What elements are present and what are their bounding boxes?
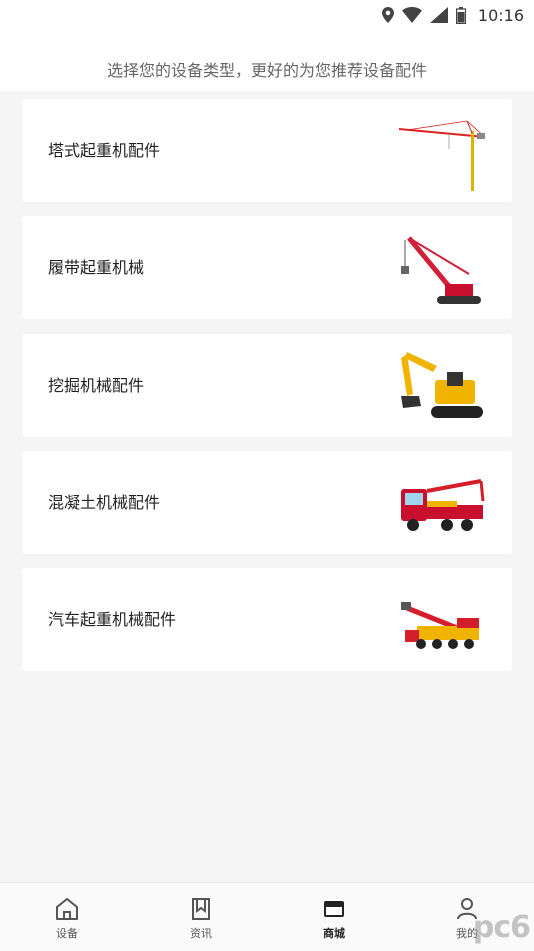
tab-store[interactable]: 商城 bbox=[267, 883, 401, 951]
truck-crane-image bbox=[401, 602, 479, 649]
category-label: 汽车起重机械配件 bbox=[48, 610, 177, 629]
status-bar: 10:16 bbox=[0, 0, 534, 30]
battery-icon bbox=[455, 6, 466, 24]
tab-news[interactable]: 资讯 bbox=[134, 883, 268, 951]
category-label: 履带起重机械 bbox=[48, 258, 145, 277]
category-card-tower-crane[interactable]: 塔式起重机配件 bbox=[22, 99, 512, 202]
page-subtitle: 选择您的设备类型，更好的为您推荐设备配件 bbox=[106, 61, 427, 80]
home-icon bbox=[56, 898, 78, 920]
category-card-truck-crane[interactable]: 汽车起重机械配件 bbox=[22, 568, 512, 671]
concrete-pump-truck-image bbox=[401, 479, 485, 531]
bookmark-icon bbox=[192, 898, 210, 920]
bottom-tab-bar: 设备 资讯 商城 我的 pc6 bbox=[0, 882, 534, 951]
location-icon bbox=[381, 7, 394, 23]
tab-device[interactable]: 设备 bbox=[0, 883, 134, 951]
wifi-icon bbox=[401, 7, 422, 23]
tab-label: 资讯 bbox=[190, 927, 212, 940]
status-time: 10:16 bbox=[477, 5, 524, 25]
category-card-crawler-crane[interactable]: 履带起重机械 bbox=[22, 216, 512, 319]
excavator-image bbox=[401, 352, 483, 418]
tab-label: 商城 bbox=[323, 927, 345, 940]
category-card-concrete-machinery[interactable]: 混凝土机械配件 bbox=[22, 451, 512, 554]
store-icon bbox=[324, 901, 344, 917]
signal-icon bbox=[429, 7, 448, 23]
watermark-logo: pc6 bbox=[472, 910, 531, 945]
page-header: 选择您的设备类型，更好的为您推荐设备配件 bbox=[0, 30, 534, 91]
tab-label: 设备 bbox=[56, 927, 78, 940]
category-card-excavator[interactable]: 挖掘机械配件 bbox=[22, 334, 512, 437]
status-icons: 10:16 bbox=[381, 4, 524, 26]
category-label: 挖掘机械配件 bbox=[48, 376, 145, 395]
tower-crane-image bbox=[398, 120, 486, 191]
category-label: 混凝土机械配件 bbox=[48, 493, 161, 512]
crawler-crane-image bbox=[401, 236, 481, 304]
category-label: 塔式起重机配件 bbox=[48, 141, 161, 160]
